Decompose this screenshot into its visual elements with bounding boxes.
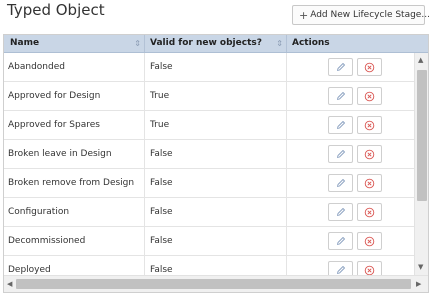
table-row[interactable]: Broken leave in Design False (4, 140, 414, 169)
table-row[interactable]: Approved for Spares True (4, 111, 414, 140)
row-actions (287, 198, 414, 226)
edit-button[interactable] (328, 116, 353, 134)
delete-button[interactable] (357, 145, 382, 163)
delete-button[interactable] (357, 232, 382, 250)
scroll-right-arrow-icon[interactable]: ▶ (416, 280, 421, 288)
pencil-icon (336, 265, 346, 275)
table-row[interactable]: Broken remove from Design False (4, 169, 414, 198)
table-row[interactable]: Approved for Design True (4, 82, 414, 111)
delete-button[interactable] (357, 58, 382, 76)
row-name: Broken remove from Design (4, 169, 145, 197)
pencil-icon (336, 207, 346, 217)
circle-x-icon (364, 62, 375, 73)
row-name: Approved for Design (4, 82, 145, 110)
horizontal-scrollbar-thumb[interactable] (16, 279, 411, 289)
row-name: Approved for Spares (4, 111, 145, 139)
pencil-icon (336, 62, 346, 72)
delete-button[interactable] (357, 203, 382, 221)
table-row[interactable]: Decommissioned False (4, 227, 414, 256)
page-title: Typed Object (7, 1, 105, 19)
row-valid: False (145, 140, 287, 168)
edit-button[interactable] (328, 87, 353, 105)
horizontal-scrollbar[interactable]: ◀ ▶ (4, 275, 428, 292)
circle-x-icon (364, 207, 375, 218)
sort-icon[interactable]: ⇕ (134, 35, 141, 52)
add-lifecycle-stage-button[interactable]: + Add New Lifecycle Stage... (292, 5, 430, 25)
row-valid: True (145, 111, 287, 139)
row-actions (287, 140, 414, 168)
edit-button[interactable] (328, 58, 353, 76)
row-valid: False (145, 53, 287, 81)
vertical-scrollbar[interactable]: ▲ ▼ (414, 53, 428, 275)
row-name: Broken leave in Design (4, 140, 145, 168)
pencil-icon (336, 91, 346, 101)
row-actions (287, 82, 414, 110)
lifecycle-stage-grid: Name ⇕ Valid for new objects? ⇕ Actions … (3, 34, 429, 293)
row-actions (287, 227, 414, 255)
table-row[interactable]: Configuration False (4, 198, 414, 227)
pencil-icon (336, 149, 346, 159)
row-valid: False (145, 169, 287, 197)
grid-header: Name ⇕ Valid for new objects? ⇕ Actions (4, 35, 428, 53)
plus-icon: + (299, 8, 309, 22)
row-actions (287, 53, 414, 81)
row-name: Abandonded (4, 53, 145, 81)
row-valid: False (145, 198, 287, 226)
column-header-name[interactable]: Name ⇕ (4, 35, 145, 52)
row-actions (287, 169, 414, 197)
circle-x-icon (364, 178, 375, 189)
row-name: Configuration (4, 198, 145, 226)
pencil-icon (336, 120, 346, 130)
add-lifecycle-stage-label: Add New Lifecycle Stage... (310, 10, 430, 20)
delete-button[interactable] (357, 87, 382, 105)
scroll-left-arrow-icon[interactable]: ◀ (7, 280, 12, 288)
row-actions (287, 111, 414, 139)
table-row[interactable]: Abandonded False (4, 53, 414, 82)
column-header-actions: Actions (292, 38, 330, 48)
column-header-valid[interactable]: Valid for new objects? ⇕ (145, 35, 287, 52)
pencil-icon (336, 178, 346, 188)
edit-button[interactable] (328, 232, 353, 250)
sort-icon[interactable]: ⇕ (276, 35, 283, 52)
row-name: Decommissioned (4, 227, 145, 255)
circle-x-icon (364, 265, 375, 276)
scroll-down-arrow-icon[interactable]: ▼ (418, 263, 423, 271)
vertical-scrollbar-thumb[interactable] (417, 70, 427, 201)
delete-button[interactable] (357, 174, 382, 192)
scroll-up-arrow-icon[interactable]: ▲ (418, 56, 423, 64)
edit-button[interactable] (328, 174, 353, 192)
circle-x-icon (364, 236, 375, 247)
edit-button[interactable] (328, 145, 353, 163)
pencil-icon (336, 236, 346, 246)
circle-x-icon (364, 120, 375, 131)
row-valid: False (145, 227, 287, 255)
edit-button[interactable] (328, 203, 353, 221)
circle-x-icon (364, 149, 375, 160)
row-valid: True (145, 82, 287, 110)
delete-button[interactable] (357, 116, 382, 134)
circle-x-icon (364, 91, 375, 102)
